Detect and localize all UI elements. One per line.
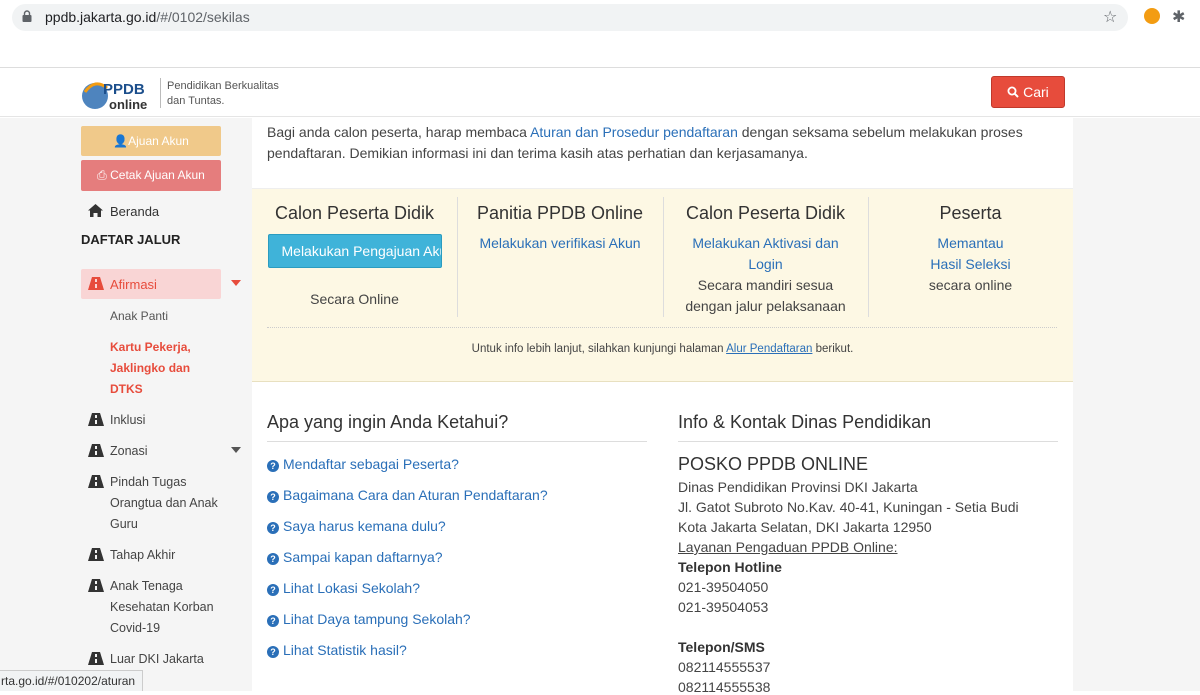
- question-circle-icon: ?: [267, 584, 279, 596]
- hotline-number: 021-39504050: [678, 579, 769, 595]
- steps-note: Untuk info lebih lanjut, silahkan kunjun…: [471, 343, 854, 355]
- logo-divider: [160, 78, 161, 108]
- hotline-number: 021-39504053: [678, 599, 769, 615]
- pengajuan-akun-button[interactable]: Melakukan Pengajuan Akun: [267, 234, 442, 268]
- info-address-line: Kota Jakarta Selatan, DKI Jakarta 12950: [678, 519, 932, 535]
- steps-panel: Calon Peserta Didik Melakukan Pengajuan …: [252, 188, 1073, 382]
- aturan-link[interactable]: Aturan dan Prosedur pendaftaran: [530, 124, 738, 140]
- sidebar-item-zonasi[interactable]: Zonasi: [110, 441, 148, 462]
- question-circle-icon: ?: [267, 522, 279, 534]
- step-1: Calon Peserta Didik Melakukan Pengajuan …: [252, 189, 457, 319]
- faq-title: Apa yang ingin Anda Ketahui?: [267, 412, 509, 432]
- url-text[interactable]: ppdb.jakarta.go.id/#/0102/sekilas: [45, 9, 250, 25]
- sms-number: 082114555537: [678, 659, 771, 675]
- step-2: Panitia PPDB Online Melakukan verifikasi…: [457, 189, 663, 319]
- ajuan-akun-button[interactable]: 👤Ajuan Akun: [81, 126, 221, 156]
- step-3: Calon Peserta Didik Melakukan Aktivasi d…: [663, 189, 868, 319]
- intro-text: Bagi anda calon peserta, harap membaca A…: [267, 124, 1023, 161]
- question-circle-icon: ?: [267, 553, 279, 565]
- sidebar-sub-anak-panti[interactable]: Anak Panti: [110, 306, 168, 327]
- svg-text:online: online: [109, 97, 147, 112]
- steps-divider: [267, 327, 1057, 328]
- sidebar-item-inklusi[interactable]: Inklusi: [110, 410, 145, 431]
- browser-toolbar: ppdb.jakarta.go.id/#/0102/sekilas ☆ ✱: [0, 0, 1200, 36]
- info-address-line: Jl. Gatot Subroto No.Kav. 40-41, Kuninga…: [678, 499, 1019, 515]
- verifikasi-akun-link[interactable]: Melakukan verifikasi Akun: [457, 233, 663, 254]
- bookmark-star-icon[interactable]: ☆: [1103, 7, 1117, 27]
- faq-divider: [267, 441, 647, 442]
- road-icon: [88, 548, 104, 561]
- right-gutter: [1073, 118, 1200, 691]
- faq-link[interactable]: ? Lihat Lokasi Sekolah?: [267, 580, 420, 596]
- main-content: Bagi anda calon peserta, harap membaca A…: [252, 118, 1073, 695]
- cetak-ajuan-akun-button[interactable]: ⎙ Cetak Ajuan Akun: [81, 160, 221, 191]
- question-circle-icon: ?: [267, 615, 279, 627]
- question-circle-icon: ?: [267, 491, 279, 503]
- faq-link[interactable]: ? Sampai kapan daftarnya?: [267, 549, 443, 565]
- svg-text:PPDB: PPDB: [103, 81, 145, 98]
- sidebar-item-anak-nakes[interactable]: Anak Tenaga Kesehatan Korban Covid-19: [110, 576, 214, 639]
- sms-number: 082114555538: [678, 679, 771, 695]
- sidebar-sub-kartu-pekerja[interactable]: Kartu Pekerja, Jaklingko dan DTKS: [110, 337, 191, 400]
- search-icon: [1007, 86, 1019, 98]
- daftar-jalur-heading: DAFTAR JALUR: [81, 232, 181, 247]
- road-icon: [88, 475, 104, 488]
- question-circle-icon: ?: [267, 646, 279, 658]
- faq-link[interactable]: ? Lihat Statistik hasil?: [267, 642, 407, 658]
- print-icon: ⎙: [97, 168, 107, 182]
- road-icon: [88, 413, 104, 426]
- ppdb-logo[interactable]: PPDB online: [81, 76, 157, 112]
- sidebar: 👤Ajuan Akun ⎙ Cetak Ajuan Akun Beranda D…: [0, 118, 252, 691]
- afirmasi-expand-icon[interactable]: [231, 280, 241, 286]
- extensions-puzzle-icon[interactable]: ✱: [1172, 7, 1185, 27]
- faq-link[interactable]: ? Mendaftar sebagai Peserta?: [267, 456, 459, 472]
- road-icon: [88, 652, 104, 665]
- user-plus-icon: 👤: [113, 134, 129, 148]
- site-header: PPDB online Pendidikan Berkualitas dan T…: [0, 67, 1200, 117]
- browser-status-url: rta.go.id/#/010202/aturan: [0, 670, 143, 691]
- sms-label: Telepon/SMS: [678, 639, 765, 655]
- faq-link[interactable]: ? Bagaimana Cara dan Aturan Pendaftaran?: [267, 487, 548, 503]
- step-4: Peserta Memantau Hasil Seleksi secara on…: [868, 189, 1073, 319]
- home-icon: [88, 204, 103, 217]
- hasil-seleksi-link[interactable]: Memantau Hasil Seleksi: [868, 233, 1073, 275]
- posko-heading: POSKO PPDB ONLINE: [678, 454, 869, 474]
- tagline: Pendidikan Berkualitas dan Tuntas.: [167, 80, 279, 107]
- sidebar-item-luar-dki[interactable]: Luar DKI Jakarta: [110, 649, 204, 670]
- layanan-pengaduan-label: Layanan Pengaduan PPDB Online:: [678, 539, 898, 555]
- info-divider: [678, 441, 1058, 442]
- alur-pendaftaran-link[interactable]: Alur Pendaftaran: [726, 343, 812, 355]
- sidebar-item-afirmasi[interactable]: Afirmasi: [81, 269, 221, 299]
- aktivasi-login-link[interactable]: Melakukan Aktivasi dan Login: [663, 233, 868, 275]
- sidebar-item-tahap-akhir[interactable]: Tahap Akhir: [110, 545, 175, 566]
- hotline-label: Telepon Hotline: [678, 559, 782, 575]
- search-button[interactable]: Cari: [991, 76, 1065, 108]
- question-circle-icon: ?: [267, 460, 279, 472]
- zonasi-expand-icon[interactable]: [231, 447, 241, 453]
- road-icon: [88, 444, 104, 457]
- info-address-line: Dinas Pendidikan Provinsi DKI Jakarta: [678, 479, 918, 495]
- sidebar-item-pindah-tugas[interactable]: Pindah Tugas Orangtua dan Anak Guru: [110, 472, 218, 535]
- faq-link[interactable]: ? Saya harus kemana dulu?: [267, 518, 446, 534]
- road-icon: [88, 579, 104, 592]
- info-title: Info & Kontak Dinas Pendidikan: [678, 412, 932, 432]
- road-icon: [88, 277, 104, 290]
- sidebar-item-beranda[interactable]: Beranda: [110, 204, 159, 219]
- faq-link[interactable]: ? Lihat Daya tampung Sekolah?: [267, 611, 471, 627]
- lock-icon: [22, 10, 32, 22]
- extension-icon[interactable]: [1144, 8, 1160, 24]
